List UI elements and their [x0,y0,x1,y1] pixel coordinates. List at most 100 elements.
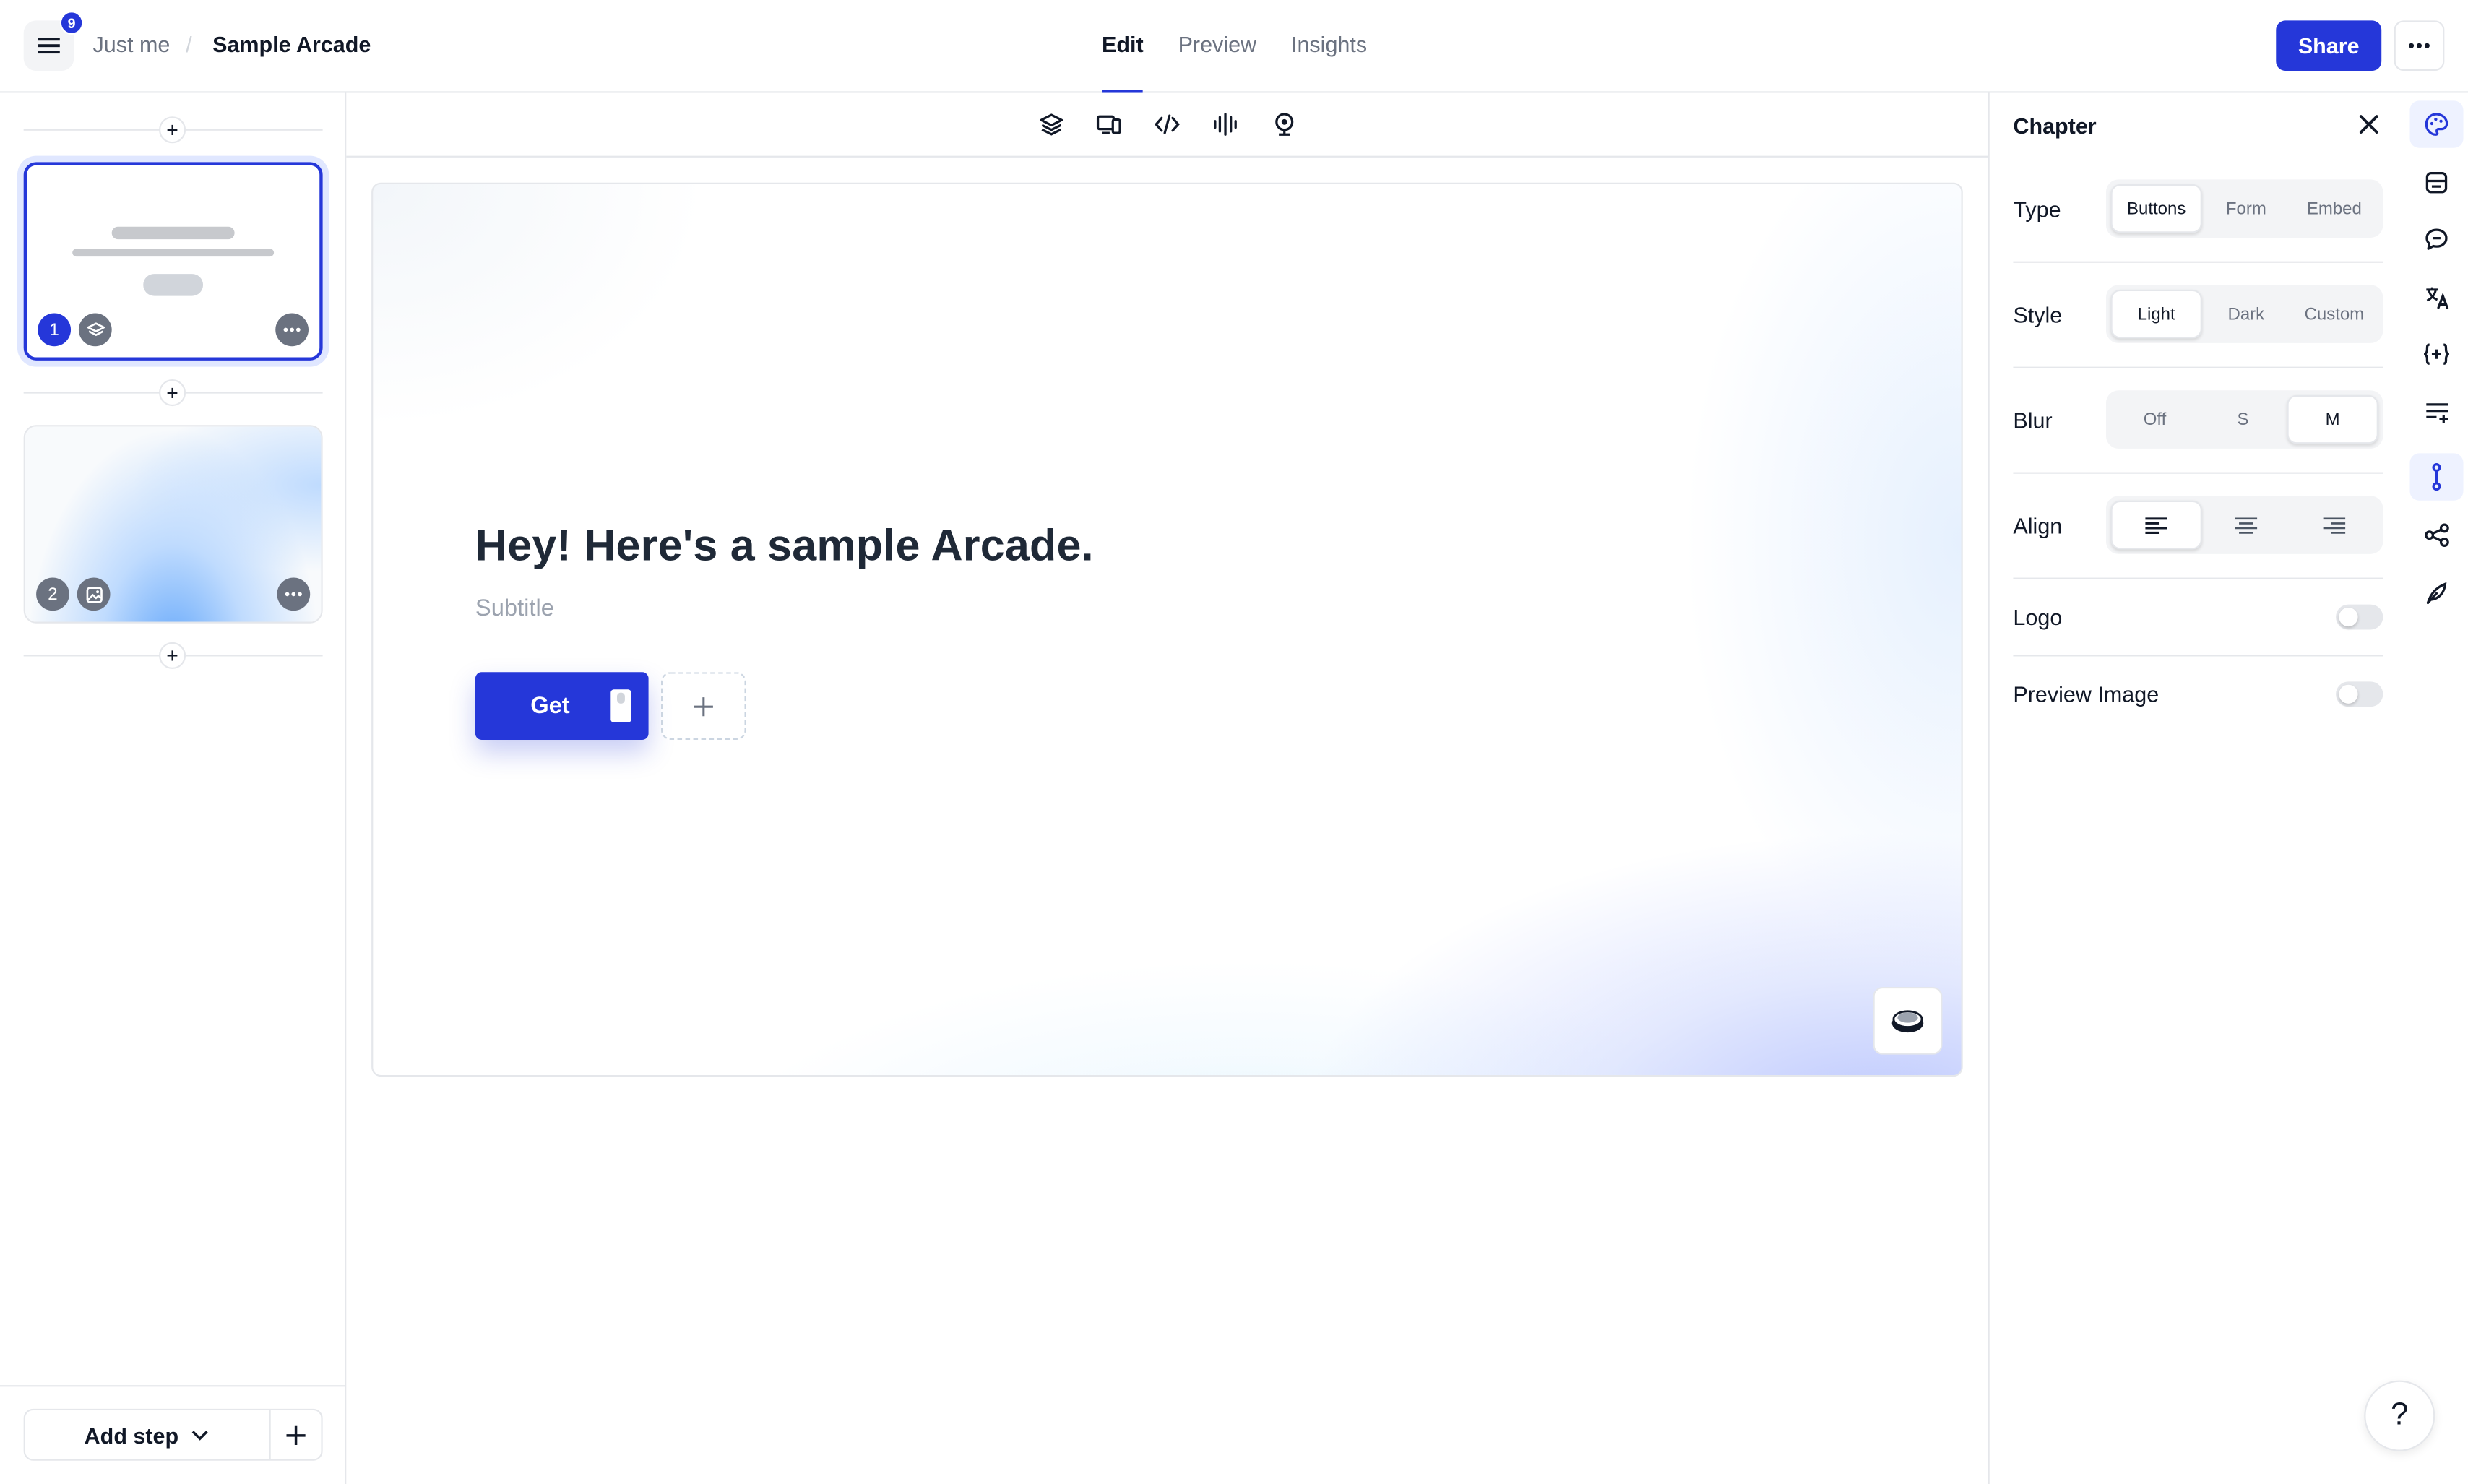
audio-wave-icon[interactable] [1209,108,1241,140]
step-number: 2 [36,577,69,611]
insert-step-button[interactable]: + [159,379,186,407]
code-icon[interactable] [1152,108,1183,140]
plus-icon [286,1425,306,1444]
chapter-canvas[interactable]: Hey! Here's a sample Arcade. Subtitle Ge… [371,182,1963,1077]
add-step-button[interactable]: Add step [25,1410,271,1459]
step-number: 1 [38,313,72,347]
blur-segmented-control: Off S M [2105,390,2383,449]
divider [2013,366,2383,368]
ellipsis-icon [285,592,302,597]
align-center-icon [2235,517,2258,533]
placeholder-bar [111,226,235,240]
add-step-label: Add step [84,1422,179,1448]
layers-icon [78,313,112,347]
align-left-icon [2145,517,2167,533]
layout-icon [2425,172,2448,194]
layers-stack-icon [1891,1009,1924,1032]
type-option-buttons[interactable]: Buttons [2110,184,2202,233]
breadcrumb-owner[interactable]: Just me [93,32,171,57]
style-option-dark[interactable]: Dark [2202,290,2290,339]
align-label: Align [2013,513,2063,539]
type-segmented-control: Buttons Form Embed [2105,179,2383,238]
help-button[interactable]: ? [2364,1380,2435,1451]
mode-tabs: Edit Preview Insights [1102,32,1367,93]
tab-insights[interactable]: Insights [1291,32,1367,93]
align-right-icon [2323,517,2346,533]
align-left-button[interactable] [2110,500,2202,550]
panel-title: Chapter [2013,113,2097,139]
align-row: Align [2013,496,2383,554]
blur-option-s[interactable]: S [2199,395,2287,444]
rail-list-button[interactable] [2409,389,2463,436]
layers-icon[interactable] [1035,108,1066,140]
step-thumbnail-1[interactable]: 1 [23,162,323,361]
logo-label: Logo [2013,604,2063,630]
close-button[interactable] [2355,111,2383,139]
hamburger-icon [38,38,60,54]
tab-preview[interactable]: Preview [1178,32,1256,93]
cta-button[interactable]: Get [475,672,649,740]
style-segmented-control: Light Dark Custom [2105,285,2383,343]
notification-badge: 9 [59,11,84,35]
style-option-light[interactable]: Light [2110,289,2202,339]
chevron-down-icon [192,1430,209,1440]
text-cursor-icon [610,689,631,722]
rail-path-button[interactable] [2409,453,2464,501]
canvas-title[interactable]: Hey! Here's a sample Arcade. [475,521,1094,571]
device-icon[interactable] [1093,108,1125,140]
preview-image-toggle[interactable] [2336,681,2383,707]
translate-icon [2425,287,2448,309]
canvas-subtitle[interactable]: Subtitle [475,595,554,622]
add-button[interactable] [661,672,746,740]
step-thumbnail-2[interactable]: 2 [23,425,323,624]
background-settings-button[interactable] [1873,986,1943,1055]
placeholder-button [143,274,204,296]
insert-step-button[interactable]: + [159,642,186,669]
rail-layout-button[interactable] [2409,159,2463,206]
plus-icon: + [166,118,178,142]
style-option-custom[interactable]: Custom [2290,290,2378,339]
share-nodes-icon [2424,523,2448,547]
app-root: 9 Just me / Sample Arcade Edit Preview I… [0,0,2468,1484]
top-bar: 9 Just me / Sample Arcade Edit Preview I… [0,0,2468,93]
divider [2013,261,2383,263]
logo-toggle[interactable] [2336,604,2383,630]
rail-comments-button[interactable] [2409,215,2463,262]
rail-translate-button[interactable] [2409,274,2463,321]
divider [2013,655,2383,657]
rail-customize-button[interactable] [2409,570,2463,617]
blur-option-off[interactable]: Off [2111,395,2199,444]
rail-share-button[interactable] [2409,512,2463,558]
align-right-button[interactable] [2290,501,2378,550]
align-center-button[interactable] [2202,501,2290,550]
rail-variables-button[interactable] [2409,331,2463,378]
variables-icon [2423,343,2450,365]
placeholder-bar [72,249,275,257]
preview-image-row: Preview Image [2013,677,2383,712]
share-button[interactable]: Share [2276,20,2382,72]
blur-label: Blur [2013,407,2053,433]
plus-icon [694,696,713,716]
blur-row: Blur Off S M [2013,390,2383,449]
palette-icon [2425,113,2448,136]
add-step-quick-button[interactable] [271,1410,322,1459]
webcam-icon[interactable] [1268,108,1300,140]
ellipsis-icon [2409,43,2430,48]
type-option-embed[interactable]: Embed [2290,184,2378,233]
close-icon [2359,115,2378,134]
step-more-button[interactable] [275,313,309,347]
blur-option-m[interactable]: M [2287,394,2378,444]
style-label: Style [2013,302,2063,328]
list-add-icon [2425,403,2448,424]
page-title[interactable]: Sample Arcade [212,32,371,57]
type-option-form[interactable]: Form [2202,184,2290,233]
breadcrumb-separator: / [186,31,192,57]
chapter-panel: Chapter Type Buttons Form Embed Style Li… [1988,92,2405,1484]
comment-icon [2425,228,2448,250]
insert-step-button[interactable]: + [159,116,186,144]
tab-edit[interactable]: Edit [1102,32,1144,93]
steps-sidebar: + 1 + 2 + Add step [0,92,347,1484]
rail-theme-button[interactable] [2409,100,2464,148]
more-options-button[interactable] [2394,20,2445,72]
step-more-button[interactable] [277,577,311,611]
